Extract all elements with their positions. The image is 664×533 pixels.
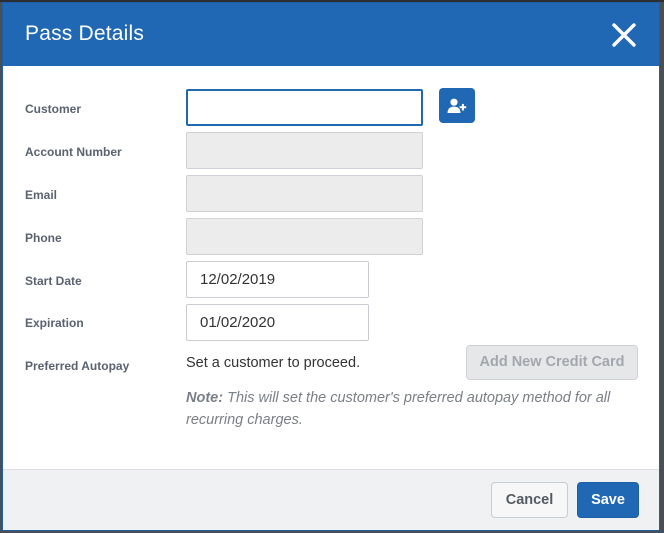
account-number-label: Account Number [25,145,122,159]
cancel-button[interactable]: Cancel [491,482,568,518]
start-date-input[interactable] [186,261,369,298]
phone-field [186,218,423,255]
add-credit-card-button[interactable]: Add New Credit Card [466,345,638,380]
close-icon [612,23,636,47]
save-button[interactable]: Save [577,482,639,518]
expiration-label: Expiration [25,316,84,330]
dialog-footer: Cancel Save [3,469,659,530]
pass-details-dialog: Pass Details Customer Account Number Ema… [2,2,660,531]
customer-label: Customer [25,102,82,116]
autopay-note: Note: This will set the customer's prefe… [186,387,646,431]
add-customer-button[interactable] [439,88,475,123]
dialog-header: Pass Details [3,3,659,66]
expiration-input[interactable] [186,304,369,341]
phone-label: Phone [25,231,62,245]
preferred-autopay-label: Preferred Autopay [25,359,130,373]
customer-input[interactable] [186,89,423,126]
dialog-body: Customer Account Number Email Phone Star… [3,66,659,470]
close-button[interactable] [609,20,639,50]
account-number-field [186,132,423,169]
start-date-label: Start Date [25,274,82,288]
email-field [186,175,423,212]
email-label: Email [25,188,58,202]
note-prefix: Note: [186,390,224,406]
add-user-icon [447,98,467,113]
note-text: This will set the customer's preferred a… [186,390,611,428]
autopay-status-text: Set a customer to proceed. [186,355,361,371]
dialog-title: Pass Details [25,22,145,45]
